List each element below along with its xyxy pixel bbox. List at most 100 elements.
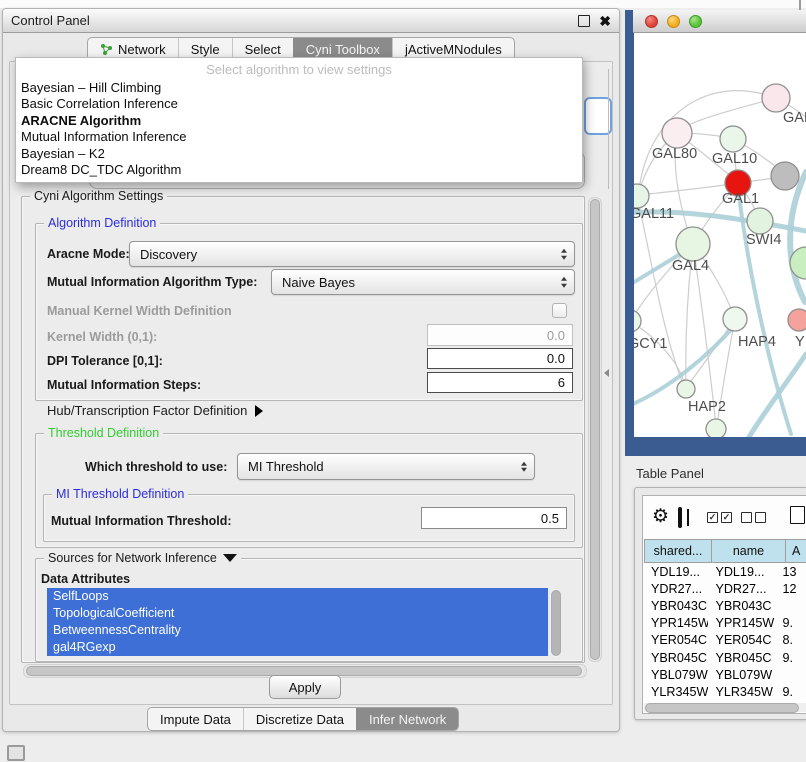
tab-infer-network[interactable]: Infer Network [356,708,458,730]
node-label: HAP4 [738,334,776,350]
network-node[interactable] [634,310,641,332]
table-header-row: shared... name A [644,539,806,563]
network-node[interactable] [634,184,649,208]
top-strip [0,0,806,8]
network-edge[interactable] [639,91,776,190]
list-item[interactable]: gal4RGexp [47,639,548,656]
network-node[interactable] [677,380,695,398]
node-label: GCY1 [634,336,668,352]
dropdown-item-selected[interactable]: ARACNE Algorithm [16,113,582,129]
list-item[interactable]: SelfLoops [47,588,548,605]
network-node[interactable] [788,309,806,331]
minimize-traffic-light[interactable] [667,15,680,28]
node-label: GAL11 [634,206,674,222]
column-header-shared[interactable]: shared... [644,539,712,563]
network-canvas[interactable]: GALGAL80GAL10GAL1GAL11SWI4GAL4GCY1HAP4YH… [634,33,806,437]
node-label: GAL10 [712,151,757,167]
combo-arrows-icon [561,277,567,288]
node-label: Y [795,334,805,350]
apply-button[interactable]: Apply [269,675,341,699]
manual-kernel-checkbox[interactable] [552,303,567,318]
control-panel-titlebar[interactable]: Control Panel ✖ [3,9,619,33]
list-vertical-scrollbar[interactable] [550,589,561,657]
table-row[interactable]: YLR345W YLR345W 9. [644,683,806,700]
table-row[interactable]: YIL053C YIL053C 9 [644,701,806,703]
mi-threshold-group-title: MI Threshold Definition [52,487,188,501]
threshold-definition-title: Threshold Definition [44,426,163,440]
table-panel-title: Table Panel [636,466,704,481]
tab-discretize-data[interactable]: Discretize Data [243,708,356,730]
dropdown-item[interactable]: Bayesian – Hill Climbing [16,80,582,96]
mi-type-combo[interactable]: Naive Bayes [271,269,575,295]
which-threshold-combo[interactable]: MI Threshold [237,453,535,480]
mi-type-label: Mutual Information Algorithm Type: [47,275,257,289]
mi-steps-field[interactable]: 6 [427,372,573,393]
deselect-all-icon[interactable] [741,512,766,523]
aracne-mode-combo[interactable]: Discovery [129,241,575,267]
node-label: GAL4 [672,258,709,274]
network-node[interactable] [720,126,746,152]
network-edge[interactable] [790,172,806,302]
table-row[interactable]: YBL079W YBL079W [644,666,806,683]
network-edge[interactable] [637,196,683,384]
which-threshold-label: Which threshold to use: [85,460,227,474]
kernel-width-label: Kernel Width (0,1): [47,330,157,344]
combo-arrows-icon [561,249,567,260]
table-row[interactable]: YPR145W YPR145W 9. [644,615,806,632]
settings-vertical-scrollbar[interactable] [588,197,602,662]
table-panel-body: ⚙ ✓✓ shared... name A YDL19... YDL19... … [642,495,806,714]
sources-title: Sources for Network Inference [48,551,217,565]
table-row[interactable]: YER054C YER054C 8. [644,632,806,649]
column-selector-icon[interactable] [678,507,682,528]
gear-icon[interactable]: ⚙ [652,507,669,526]
node-label: HAP2 [688,399,726,415]
close-icon[interactable]: ✖ [599,16,611,26]
column-header-clipped[interactable]: A [786,539,806,563]
dropdown-item[interactable]: Mutual Information Inference [16,129,582,145]
node-label: SWI4 [746,232,781,248]
table-row[interactable]: YDR27... YDR27... 12 [644,580,806,597]
network-node[interactable] [762,84,790,112]
algorithm-dropdown: Select algorithm to view settings Bayesi… [15,57,583,183]
tab-impute-data[interactable]: Impute Data [148,708,243,730]
bottom-tabbar: Impute Data Discretize Data Infer Networ… [147,707,459,731]
dropdown-item[interactable]: Basic Correlation Inference [16,96,582,112]
algorithm-definition-title: Algorithm Definition [44,216,160,230]
mi-threshold-field[interactable]: 0.5 [421,507,567,529]
table-row[interactable]: YDL19... YDL19... 13 [644,563,806,580]
network-window-titlebar[interactable] [633,10,806,33]
select-all-icon[interactable]: ✓✓ [707,512,732,523]
dropdown-item[interactable]: Dream8 DC_TDC Algorithm [16,162,582,182]
column-header-name[interactable]: name [712,539,786,563]
network-node[interactable] [676,227,710,261]
network-node[interactable] [706,419,726,437]
node-label: GAL80 [652,146,697,162]
network-node[interactable] [771,162,799,190]
document-icon[interactable] [790,506,805,524]
mi-threshold-label: Mutual Information Threshold: [51,514,232,528]
close-traffic-light[interactable] [645,15,658,28]
list-item[interactable]: TopologicalCoefficient [47,605,548,622]
expanded-arrow-icon[interactable] [223,554,237,562]
network-node[interactable] [747,208,773,234]
list-item[interactable]: BetweennessCentrality [47,622,548,639]
dropdown-item[interactable]: Bayesian – K2 [16,146,582,162]
mi-steps-label: Mutual Information Steps: [47,378,201,392]
kernel-width-field[interactable]: 0.0 [427,324,573,346]
control-panel-title: Control Panel [11,13,90,28]
table-row[interactable]: YBR043C YBR043C [644,597,806,614]
table-row[interactable]: YBR045C YBR045C 9. [644,649,806,666]
zoom-traffic-light[interactable] [689,15,702,28]
panel-divider-grip[interactable] [604,369,609,377]
network-node[interactable] [662,118,692,148]
table-horizontal-scrollbar[interactable] [644,703,806,712]
network-node[interactable] [723,307,747,331]
dpi-tolerance-field[interactable]: 0.0 [427,348,573,369]
data-attributes-list[interactable]: SelfLoopsTopologicalCoefficientBetweenne… [47,588,548,658]
hub-definition-toggle[interactable]: Hub/Transcription Factor Definition [47,403,263,418]
float-icon[interactable] [578,15,590,27]
hidden-group-border [608,69,609,189]
control-panel-window: Control Panel ✖ Network Style Select Cyn… [2,8,620,732]
network-edge[interactable] [749,354,806,437]
minimized-panel-icon[interactable] [7,745,25,761]
